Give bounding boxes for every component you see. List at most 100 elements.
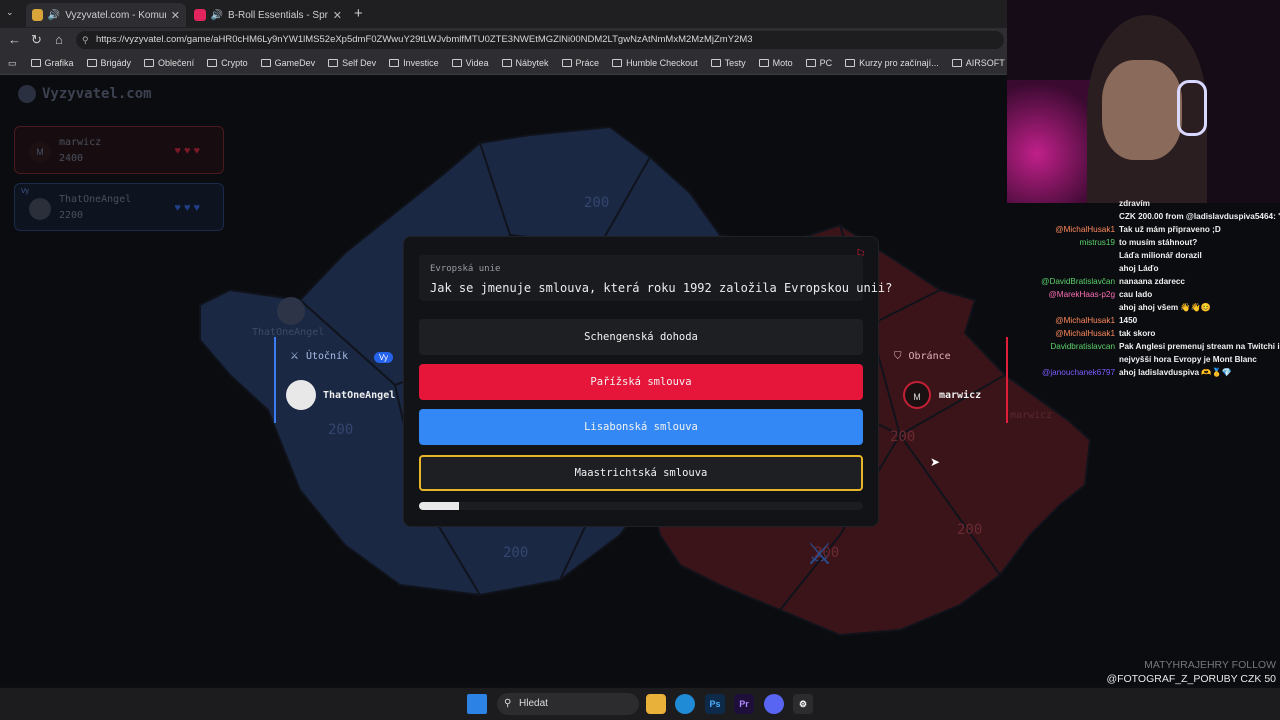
tab-broll[interactable]: 🔊 B-Roll Essentials - Spring 202 ✕ — [188, 3, 348, 27]
file-explorer-icon[interactable] — [646, 694, 666, 714]
bookmark-label: Videa — [465, 58, 489, 68]
chat-text: cau lado — [1119, 290, 1153, 299]
close-tab-icon[interactable]: ✕ — [333, 9, 342, 22]
bookmark-item[interactable]: Nábytek — [501, 58, 549, 68]
defender-name: marwicz — [939, 390, 982, 401]
bookmark-item[interactable]: PC — [805, 58, 833, 68]
lives-hearts: ♥♥♥ — [174, 202, 203, 214]
folder-icon — [260, 59, 271, 67]
folder-icon — [451, 59, 462, 67]
tab-title: Vyzyvatel.com - Komunitní vě — [65, 9, 166, 21]
answer-option-4[interactable]: Maastrichtská smlouva — [419, 455, 863, 491]
settings-gear-icon[interactable]: ⚙ — [793, 694, 813, 714]
back-icon[interactable]: ← — [8, 32, 21, 47]
bookmark-item[interactable]: Self Dev — [328, 58, 376, 68]
stream-alert-line: @FOTOGRAF_Z_PORUBY CZK 50 — [1106, 673, 1276, 685]
chat-message: zdravím — [1007, 197, 1280, 210]
bookmark-label: Moto — [772, 58, 793, 68]
answer-option-1[interactable]: Schengenská dohoda — [419, 319, 863, 355]
search-icon: ⚲ — [504, 698, 512, 709]
logo-text: Vyzyvatel.com — [42, 86, 152, 102]
bookmark-label: Nábytek — [515, 58, 549, 68]
bookmark-item[interactable]: Brigády — [86, 58, 131, 68]
bookmark-item[interactable]: Moto — [758, 58, 793, 68]
speaker-icon: 🔊 — [47, 9, 61, 21]
chat-text: ahoj Láďo — [1119, 264, 1159, 273]
bookmark-item[interactable]: Videa — [451, 58, 489, 68]
bookmark-item[interactable]: AIRSOFT — [951, 58, 1005, 68]
bookmark-item[interactable]: GameDev — [260, 58, 315, 68]
taskbar-search[interactable]: ⚲ Hledat — [497, 693, 639, 715]
windows-start-icon[interactable] — [467, 694, 487, 714]
folder-icon — [86, 59, 97, 67]
shield-icon: ⛉ — [894, 351, 902, 362]
bookmark-label: Crypto — [221, 58, 248, 68]
bookmark-label: Self Dev — [342, 58, 377, 68]
discord-icon[interactable] — [764, 694, 784, 714]
mouse-cursor: ➤ — [930, 455, 941, 469]
bookmark-label: Práce — [575, 58, 600, 68]
speaker-icon: 🔊 — [210, 9, 223, 21]
chat-text: Tak už mám připraveno ;D — [1119, 225, 1221, 234]
answer-option-2[interactable]: Pařížská smlouva — [419, 364, 863, 400]
url-input[interactable]: ⚲ https://vyzyvatel.com/game/aHR0cHM6Ly9… — [76, 31, 1004, 49]
region-value[interactable]: 200 — [584, 195, 609, 211]
bookmark-label: Kurzy pro začínají... — [859, 58, 939, 68]
bookmark-item[interactable]: Testy — [710, 58, 746, 68]
premiere-icon[interactable]: Pr — [734, 694, 754, 714]
site-info-icon[interactable]: ⚲ — [82, 31, 89, 49]
player-name: marwicz — [59, 137, 102, 148]
question-category: Evropská unie — [430, 264, 501, 274]
chat-text: to musím stáhnout? — [1119, 238, 1198, 247]
bookmark-item[interactable]: Kurzy pro začínají... — [845, 58, 939, 68]
bookmarks-bar: ▭ Grafika Brigády Oblečení Crypto GameDev Sel… — [0, 52, 1007, 75]
tab-list-icon[interactable]: ⌄ — [6, 7, 14, 18]
folder-icon — [951, 59, 962, 67]
avatar — [29, 198, 51, 220]
new-tab-icon[interactable]: + — [354, 5, 363, 22]
edge-icon[interactable] — [675, 694, 695, 714]
chat-username: @MarekHaas-p2g — [1048, 290, 1115, 299]
chat-message: @janouchanek6797 ahoj ladislavduspiva 🫶🥇💎 — [1007, 366, 1280, 379]
bookmark-item[interactable]: Humble Checkout — [612, 58, 698, 68]
bookmark-item[interactable]: Práce — [561, 58, 600, 68]
home-icon[interactable]: ⌂ — [55, 32, 63, 47]
region-value[interactable]: 200 — [503, 545, 528, 561]
windows-taskbar: ⚲ Hledat Ps Pr ⚙ — [0, 688, 1280, 720]
chat-username: @janouchanek6797 — [1042, 368, 1115, 377]
chat-message: ahoj Láďo — [1007, 262, 1280, 275]
folder-icon — [144, 59, 155, 67]
folder-icon — [805, 59, 816, 67]
bookmark-label: Humble Checkout — [626, 58, 698, 68]
site-logo[interactable]: Vyzyvatel.com — [18, 85, 152, 103]
reading-list-icon[interactable]: ▭ — [8, 58, 17, 69]
chat-message: @MichalHusak1 Tak už mám připraveno ;D — [1007, 223, 1280, 236]
region-value[interactable]: 200 — [890, 429, 915, 445]
bookmark-label: Grafika — [44, 58, 74, 68]
bookmark-label: Investice — [403, 58, 439, 68]
bookmark-item[interactable]: Oblečení — [144, 58, 194, 68]
tab-vyzyvatel[interactable]: 🔊 Vyzyvatel.com - Komunitní vě ✕ — [26, 3, 186, 27]
answer-option-3[interactable]: Lisabonská smlouva — [419, 409, 863, 445]
defender-panel: ⛉ Obránce M marwicz — [888, 337, 1008, 423]
folder-icon — [845, 59, 856, 67]
photoshop-icon[interactable]: Ps — [705, 694, 725, 714]
you-badge: Vy — [21, 188, 29, 195]
favicon-icon — [194, 9, 206, 21]
time-progress-bar — [419, 502, 863, 510]
defender-role: Obránce — [908, 351, 951, 362]
folder-icon — [710, 59, 721, 67]
stream-alert-line: MATYHRAJEHRY FOLLOW — [1144, 659, 1276, 671]
bookmark-item[interactable]: Investice — [389, 58, 439, 68]
close-tab-icon[interactable]: ✕ — [171, 9, 180, 22]
chat-message: nejvyšší hora Evropy je Mont Blanc — [1007, 353, 1280, 366]
reload-icon[interactable]: ↻ — [31, 32, 42, 48]
bookmark-label: PC — [819, 58, 833, 68]
favicon-icon — [32, 9, 43, 21]
bookmark-item[interactable]: Crypto — [207, 58, 248, 68]
bookmark-item[interactable]: Grafika — [30, 58, 74, 68]
region-value[interactable]: 200 — [328, 422, 353, 438]
region-value[interactable]: 200 — [957, 522, 982, 538]
chat-text: Pak Anglesi premenuj stream na Twitchi i… — [1119, 342, 1280, 351]
player-name: ThatOneAngel — [59, 194, 132, 205]
